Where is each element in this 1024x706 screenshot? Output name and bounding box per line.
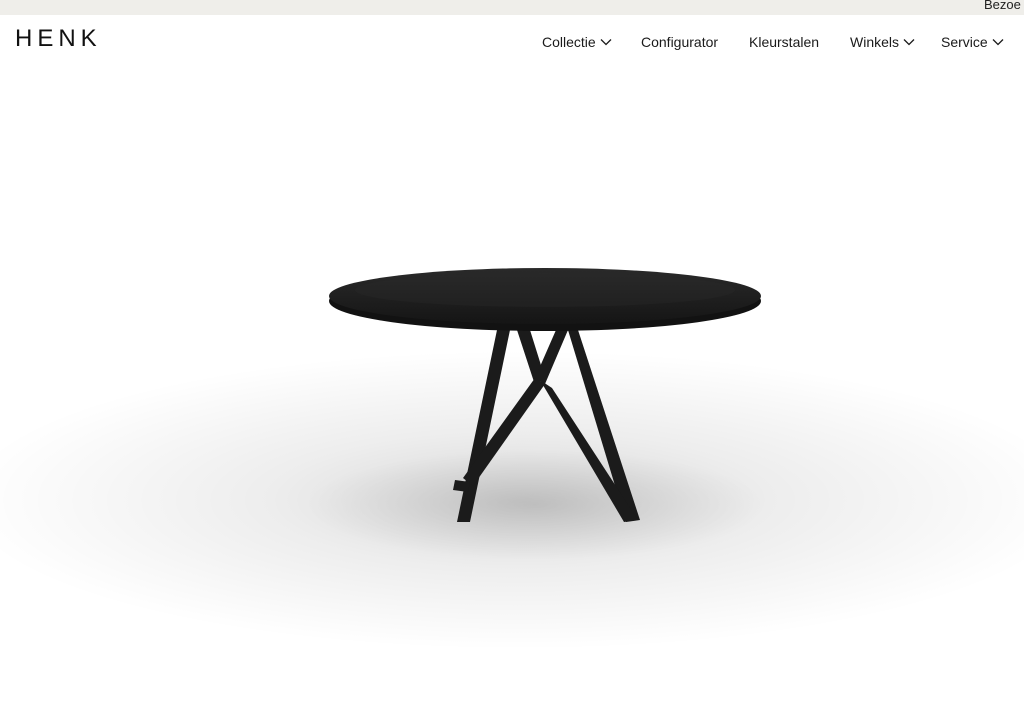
nav-label-winkels: Winkels (850, 34, 900, 50)
chevron-down-icon (903, 38, 915, 46)
top-bar-link[interactable]: Bezoe (984, 0, 1021, 12)
site-header: HENK Collectie Configurator Kleurstalen … (0, 15, 1024, 67)
product-hero (0, 67, 1024, 706)
main-navigation: Collectie Configurator Kleurstalen Winke… (0, 32, 1024, 52)
nav-item-configurator[interactable]: Configurator (641, 32, 718, 52)
table-product-image (0, 268, 1024, 650)
chevron-down-icon (600, 38, 612, 46)
floor-shadow-core (305, 450, 765, 560)
top-announcement-bar: Bezoe (0, 0, 1024, 15)
nav-label-configurator: Configurator (641, 34, 719, 50)
nav-item-kleurstalen[interactable]: Kleurstalen (749, 32, 819, 52)
nav-label-collectie: Collectie (542, 34, 596, 50)
nav-item-service[interactable]: Service (941, 32, 1004, 52)
nav-item-winkels[interactable]: Winkels (850, 32, 915, 52)
chevron-down-icon (992, 38, 1004, 46)
nav-label-service: Service (941, 34, 988, 50)
nav-item-collectie[interactable]: Collectie (542, 32, 612, 52)
page: Bezoe HENK Collectie Configurator Kleurs… (0, 0, 1024, 706)
nav-label-kleurstalen: Kleurstalen (749, 34, 820, 50)
tabletop-highlight (355, 273, 735, 307)
